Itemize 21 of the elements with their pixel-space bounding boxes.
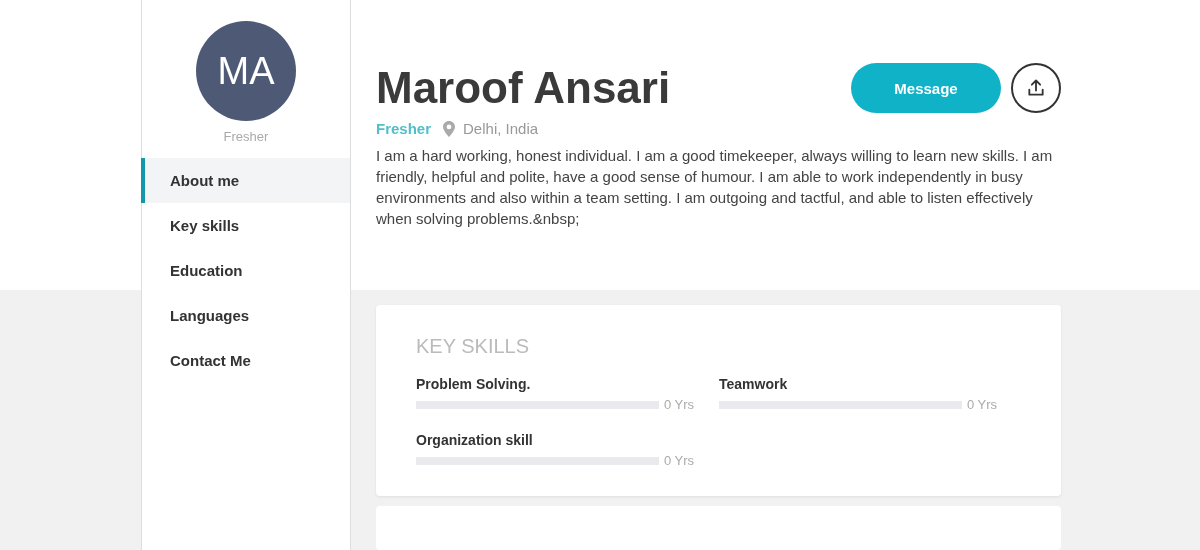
- nav-item[interactable]: Education: [141, 248, 350, 293]
- profile-name: Maroof Ansari: [376, 62, 671, 114]
- nav-item[interactable]: Contact Me: [141, 338, 350, 383]
- location-text: Delhi, India: [463, 120, 539, 137]
- about-text: I am a hard working, honest individual. I am a good timekeeper, always willing to learn new skills. I am friendly, helpful and polite, have a good sense of humour. I am able to work independently in busy environments and also within a team setting. I am outgoing and tactful, and able to listen effectively when solving problems.&nbsp;: [376, 146, 1054, 229]
- section-title: KEY SKILLS: [416, 335, 531, 358]
- skill-name: Teamwork: [719, 376, 789, 392]
- avatar: MA: [196, 21, 296, 121]
- skill-years: 0 Yrs: [967, 397, 998, 412]
- nav-item[interactable]: About me: [141, 158, 350, 203]
- skill-years: 0 Yrs: [664, 397, 695, 412]
- nav-item[interactable]: Languages: [141, 293, 350, 338]
- skill-name: Problem Solving.: [416, 376, 532, 392]
- nav-item[interactable]: Key skills: [141, 203, 350, 248]
- location-pin-icon: [443, 120, 456, 137]
- share-icon: [1026, 78, 1046, 98]
- skill-years: 0 Yrs: [664, 453, 695, 468]
- status-label: Fresher: [376, 120, 432, 137]
- skill-name: Organization skill: [416, 432, 534, 448]
- status-label: Fresher: [222, 129, 270, 144]
- share-button[interactable]: [1011, 63, 1061, 113]
